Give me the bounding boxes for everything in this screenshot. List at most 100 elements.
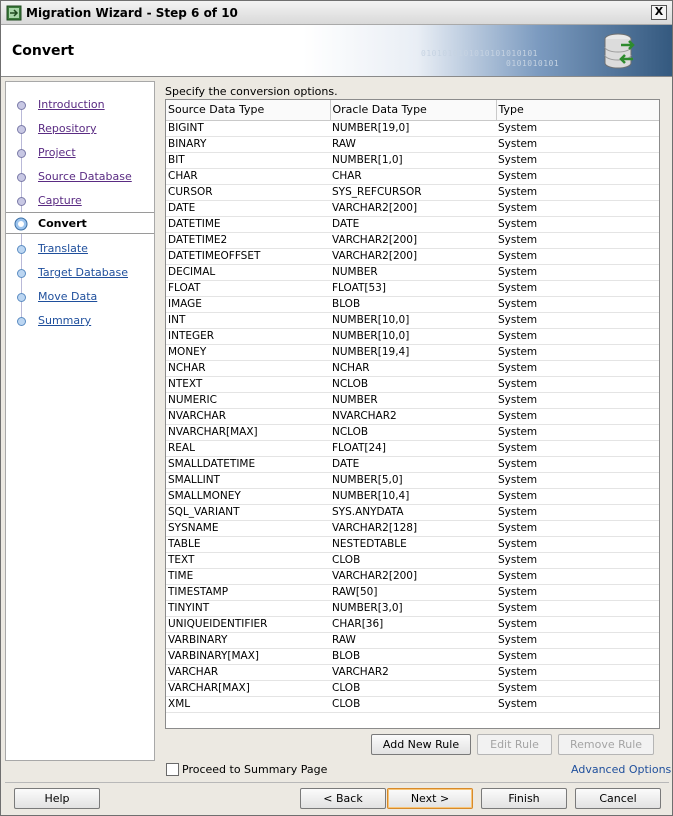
table-row[interactable]: CHAR CHAR System <box>166 168 659 185</box>
table-row[interactable]: SMALLINT NUMBER[5,0] System <box>166 472 659 489</box>
table-row[interactable]: BIGINT NUMBER[19,0] System <box>166 120 659 137</box>
help-button[interactable]: Help <box>14 788 100 809</box>
table-row[interactable]: TINYINT NUMBER[3,0] System <box>166 600 659 617</box>
proceed-to-summary-checkbox[interactable] <box>166 763 179 776</box>
table-row[interactable]: NCHAR NCHAR System <box>166 360 659 377</box>
finish-button[interactable]: Finish <box>481 788 567 809</box>
cell-oracle-type: CLOB <box>330 696 496 713</box>
table-row[interactable]: SYSNAME VARCHAR2[128] System <box>166 520 659 537</box>
cell-source-type: NVARCHAR <box>166 408 330 425</box>
close-button[interactable]: X <box>651 5 667 20</box>
table-row[interactable]: NTEXT NCLOB System <box>166 376 659 393</box>
table-row[interactable]: SMALLDATETIME DATE System <box>166 456 659 473</box>
add-new-rule-button[interactable]: Add New Rule <box>371 734 471 755</box>
cell-oracle-type: NCLOB <box>330 424 496 441</box>
instructions-text: Specify the conversion options. <box>165 85 338 98</box>
nav-step-translate[interactable]: Translate <box>6 238 154 260</box>
table-row[interactable]: BIT NUMBER[1,0] System <box>166 152 659 169</box>
cell-oracle-type: VARCHAR2[200] <box>330 248 496 265</box>
cell-type: System <box>496 360 659 377</box>
conversion-rules-table[interactable]: Source Data Type Oracle Data Type Type B… <box>165 99 660 729</box>
nav-step-introduction[interactable]: Introduction <box>6 94 154 116</box>
cell-type: System <box>496 584 659 601</box>
cell-source-type: BINARY <box>166 136 330 153</box>
advanced-options-link[interactable]: Advanced Options <box>571 763 671 776</box>
table-row[interactable]: SQL_VARIANT SYS.ANYDATA System <box>166 504 659 521</box>
cell-type: System <box>496 392 659 409</box>
cell-type: System <box>496 488 659 505</box>
cell-oracle-type: NUMBER[10,0] <box>330 328 496 345</box>
cell-source-type: SYSNAME <box>166 520 330 537</box>
cell-type: System <box>496 312 659 329</box>
back-button[interactable]: < Back <box>300 788 386 809</box>
nav-step-summary[interactable]: Summary <box>6 310 154 332</box>
table-row[interactable]: UNIQUEIDENTIFIER CHAR[36] System <box>166 616 659 633</box>
cell-source-type: BIT <box>166 152 330 169</box>
table-row[interactable]: INT NUMBER[10,0] System <box>166 312 659 329</box>
cell-oracle-type: NUMBER[19,4] <box>330 344 496 361</box>
nav-step-repository[interactable]: Repository <box>6 118 154 140</box>
edit-rule-button[interactable]: Edit Rule <box>477 734 552 755</box>
column-header-oracle-type[interactable]: Oracle Data Type <box>330 100 497 121</box>
table-row[interactable]: VARBINARY RAW System <box>166 632 659 649</box>
table-row[interactable]: DATE VARCHAR2[200] System <box>166 200 659 217</box>
cell-oracle-type: VARCHAR2[128] <box>330 520 496 537</box>
column-header-source-type[interactable]: Source Data Type <box>166 100 331 121</box>
table-row[interactable]: CURSOR SYS_REFCURSOR System <box>166 184 659 201</box>
cell-type: System <box>496 248 659 265</box>
table-row[interactable]: BINARY RAW System <box>166 136 659 153</box>
table-row[interactable]: MONEY NUMBER[19,4] System <box>166 344 659 361</box>
column-header-type[interactable]: Type <box>496 100 659 121</box>
cell-type: System <box>496 120 659 137</box>
cell-oracle-type: SYS_REFCURSOR <box>330 184 496 201</box>
cell-source-type: DATETIME2 <box>166 232 330 249</box>
step-node-icon <box>17 101 26 110</box>
table-row[interactable]: FLOAT FLOAT[53] System <box>166 280 659 297</box>
remove-rule-label: Remove Rule <box>569 738 643 751</box>
step-node-icon <box>17 173 26 182</box>
table-row[interactable]: IMAGE BLOB System <box>166 296 659 313</box>
cell-source-type: TABLE <box>166 536 330 553</box>
nav-step-project[interactable]: Project <box>6 142 154 164</box>
table-row[interactable]: REAL FLOAT[24] System <box>166 440 659 457</box>
table-row[interactable]: SMALLMONEY NUMBER[10,4] System <box>166 488 659 505</box>
table-header-row: Source Data Type Oracle Data Type Type <box>166 100 659 121</box>
table-row[interactable]: VARCHAR[MAX] CLOB System <box>166 680 659 697</box>
table-row[interactable]: TIME VARCHAR2[200] System <box>166 568 659 585</box>
table-row[interactable]: INTEGER NUMBER[10,0] System <box>166 328 659 345</box>
table-row[interactable]: TEXT CLOB System <box>166 552 659 569</box>
table-row[interactable]: TIMESTAMP RAW[50] System <box>166 584 659 601</box>
cell-type: System <box>496 616 659 633</box>
cell-source-type: CHAR <box>166 168 330 185</box>
cell-source-type: CURSOR <box>166 184 330 201</box>
table-row[interactable]: VARCHAR VARCHAR2 System <box>166 664 659 681</box>
step-node-icon <box>17 317 26 326</box>
nav-step-capture[interactable]: Capture <box>6 190 154 212</box>
nav-step-convert[interactable]: Convert <box>6 212 154 234</box>
table-row[interactable]: DATETIMEOFFSET VARCHAR2[200] System <box>166 248 659 265</box>
proceed-to-summary-label[interactable]: Proceed to Summary Page <box>182 763 327 776</box>
cancel-button[interactable]: Cancel <box>575 788 661 809</box>
nav-step-target-database[interactable]: Target Database <box>6 262 154 284</box>
nav-step-source-database[interactable]: Source Database <box>6 166 154 188</box>
table-row[interactable]: DECIMAL NUMBER System <box>166 264 659 281</box>
cell-oracle-type: NUMBER[3,0] <box>330 600 496 617</box>
table-row[interactable]: DATETIME2 VARCHAR2[200] System <box>166 232 659 249</box>
cell-source-type: TIMESTAMP <box>166 584 330 601</box>
table-row[interactable]: DATETIME DATE System <box>166 216 659 233</box>
cell-source-type: UNIQUEIDENTIFIER <box>166 616 330 633</box>
table-row[interactable]: NVARCHAR[MAX] NCLOB System <box>166 424 659 441</box>
step-node-icon <box>17 125 26 134</box>
cell-oracle-type: CHAR <box>330 168 496 185</box>
table-row[interactable]: VARBINARY[MAX] BLOB System <box>166 648 659 665</box>
table-row[interactable]: XML CLOB System <box>166 696 659 713</box>
rules-grid: Source Data Type Oracle Data Type Type B… <box>166 100 659 713</box>
table-row[interactable]: TABLE NESTEDTABLE System <box>166 536 659 553</box>
next-button[interactable]: Next > <box>387 788 473 809</box>
cell-source-type: BIGINT <box>166 120 330 137</box>
table-row[interactable]: NUMERIC NUMBER System <box>166 392 659 409</box>
nav-step-move-data[interactable]: Move Data <box>6 286 154 308</box>
cell-type: System <box>496 680 659 697</box>
remove-rule-button[interactable]: Remove Rule <box>558 734 654 755</box>
table-row[interactable]: NVARCHAR NVARCHAR2 System <box>166 408 659 425</box>
